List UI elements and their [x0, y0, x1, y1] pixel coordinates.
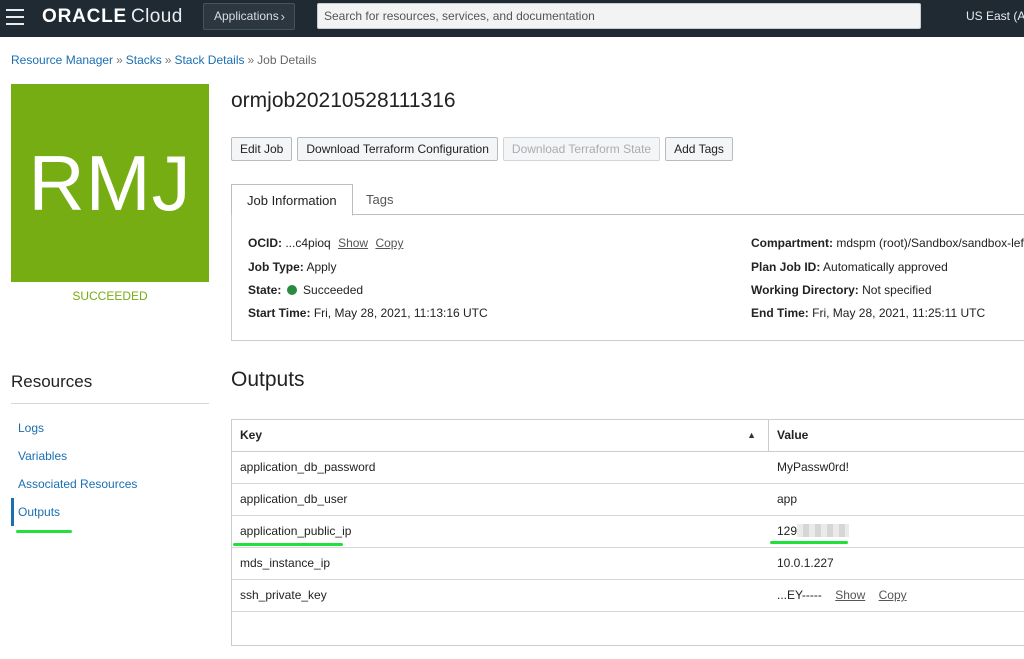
breadcrumb-stack-details[interactable]: Stack Details: [174, 53, 244, 67]
highlight-underline-key: [233, 543, 343, 546]
breadcrumb-current: Job Details: [257, 53, 317, 67]
brand-sub: Cloud: [131, 6, 183, 27]
chevron-right-icon: ›: [280, 9, 285, 24]
table-row: application_db_user app: [232, 484, 1024, 516]
breadcrumb-separator: »: [164, 53, 172, 67]
edit-job-button[interactable]: Edit Job: [231, 137, 293, 161]
end-time-value: Fri, May 28, 2021, 11:25:11 UTC: [812, 306, 986, 320]
ssh-key-show-link[interactable]: Show: [835, 588, 865, 602]
output-key: mds_instance_ip: [240, 556, 331, 570]
table-header: Key ▲ Value: [232, 420, 1024, 452]
column-header-value: Value: [777, 428, 809, 442]
breadcrumb-resource-manager[interactable]: Resource Manager: [11, 53, 113, 67]
output-value: 10.0.1.227: [777, 556, 834, 570]
resources-item-associated-resources[interactable]: Associated Resources: [11, 470, 209, 498]
ocid-row: OCID: ...c4pioq Show Copy: [248, 236, 403, 250]
plan-job-id-value: Automatically approved: [823, 260, 948, 274]
working-directory-value: Not specified: [862, 283, 932, 297]
table-row: ssh_private_key ...EY----- Show Copy: [232, 580, 1024, 612]
job-status-label: SUCCEEDED: [72, 289, 148, 303]
ocid-value: ...c4pioq: [285, 236, 331, 250]
oracle-cloud-logo[interactable]: ORACLE Cloud: [42, 6, 183, 28]
detail-tabs: Job Information Tags: [231, 184, 1024, 216]
resources-item-logs[interactable]: Logs: [11, 414, 209, 442]
compartment-label: Compartment:: [751, 236, 834, 250]
resources-divider: [11, 403, 209, 404]
brand-main: ORACLE: [42, 6, 128, 27]
ssh-key-copy-link[interactable]: Copy: [879, 588, 907, 602]
page-title: ormjob20210528111316: [231, 89, 456, 112]
outputs-table: Key ▲ Value application_db_password MyPa…: [231, 419, 1024, 646]
add-tags-button[interactable]: Add Tags: [665, 137, 733, 161]
outputs-heading: Outputs: [231, 368, 305, 391]
output-value: app: [777, 492, 798, 506]
start-time-row: Start Time: Fri, May 28, 2021, 11:13:16 …: [248, 306, 488, 320]
sort-ascending-icon[interactable]: ▲: [747, 420, 756, 451]
table-row: mds_instance_ip 10.0.1.227: [232, 548, 1024, 580]
applications-label: Applications: [214, 9, 279, 23]
compartment-row: Compartment: mdspm (root)/Sandbox/sandbo…: [751, 236, 1024, 250]
column-header-key-label: Key: [240, 428, 263, 442]
resources-nav: Logs Variables Associated Resources Outp…: [11, 414, 209, 526]
ocid-copy-link[interactable]: Copy: [375, 236, 403, 250]
job-type-label: Job Type:: [248, 260, 304, 274]
top-navigation-bar: ORACLECloud Applications › US East (As: [0, 0, 1024, 37]
job-type-row: Job Type: Apply: [248, 260, 336, 274]
region-selector[interactable]: US East (As: [966, 9, 1024, 23]
start-time-value: Fri, May 28, 2021, 11:13:16 UTC: [313, 306, 488, 320]
compartment-value: mdspm (root)/Sandbox/sandbox-lefred: [836, 236, 1024, 250]
output-value: ...EY-----: [777, 588, 822, 602]
resources-item-outputs[interactable]: Outputs: [11, 498, 209, 526]
working-directory-label: Working Directory:: [751, 283, 859, 297]
highlight-underline-outputs: [16, 530, 72, 533]
tab-job-information[interactable]: Job Information: [231, 184, 353, 216]
redacted-blur: [797, 524, 850, 537]
plan-job-id-label: Plan Job ID:: [751, 260, 821, 274]
breadcrumb-separator: »: [116, 53, 123, 67]
ocid-show-link[interactable]: Show: [338, 236, 368, 250]
column-header-key[interactable]: Key ▲: [232, 420, 769, 451]
output-value: MyPassw0rd!: [777, 460, 850, 474]
job-status-tile: RMJ: [11, 84, 209, 282]
state-success-dot-icon: [286, 285, 297, 295]
download-terraform-configuration-button[interactable]: Download Terraform Configuration: [297, 137, 498, 161]
job-information-panel: OCID: ...c4pioq Show Copy Job Type: Appl…: [231, 215, 1024, 341]
output-value-cell: ...EY----- Show Copy: [769, 580, 1024, 611]
resources-item-variables[interactable]: Variables: [11, 442, 209, 470]
plan-job-id-row: Plan Job ID: Automatically approved: [751, 260, 948, 274]
working-directory-row: Working Directory: Not specified: [751, 283, 932, 297]
output-key: ssh_private_key: [240, 588, 327, 602]
ocid-label: OCID:: [248, 236, 282, 250]
table-row: application_public_ip 129: [232, 516, 1024, 548]
table-row: application_db_password MyPassw0rd!: [232, 452, 1024, 484]
tab-tags[interactable]: Tags: [351, 184, 408, 216]
hamburger-menu-icon[interactable]: [6, 9, 24, 25]
search-input[interactable]: [317, 3, 921, 29]
end-time-label: End Time:: [751, 306, 809, 320]
end-time-row: End Time: Fri, May 28, 2021, 11:25:11 UT…: [751, 306, 985, 320]
action-toolbar: Edit Job Download Terraform Configuratio…: [231, 137, 733, 161]
start-time-label: Start Time:: [248, 306, 311, 320]
state-value: Succeeded: [303, 283, 364, 297]
breadcrumb-separator: »: [247, 53, 255, 67]
output-value: 129: [777, 524, 798, 538]
breadcrumb-stacks[interactable]: Stacks: [126, 53, 162, 67]
state-label: State:: [248, 283, 282, 297]
resources-heading: Resources: [11, 372, 93, 391]
highlight-underline-value: [770, 541, 848, 544]
applications-button[interactable]: Applications ›: [203, 3, 295, 30]
state-row: State: Succeeded: [248, 283, 363, 297]
output-key: application_db_password: [240, 460, 376, 474]
download-terraform-state-button: Download Terraform State: [502, 137, 661, 161]
tile-initials: RMJ: [28, 138, 192, 227]
output-key: application_db_user: [240, 492, 348, 506]
job-type-value: Apply: [306, 260, 337, 274]
breadcrumb: Resource Manager» Stacks» Stack Details» Jo…: [11, 53, 317, 67]
